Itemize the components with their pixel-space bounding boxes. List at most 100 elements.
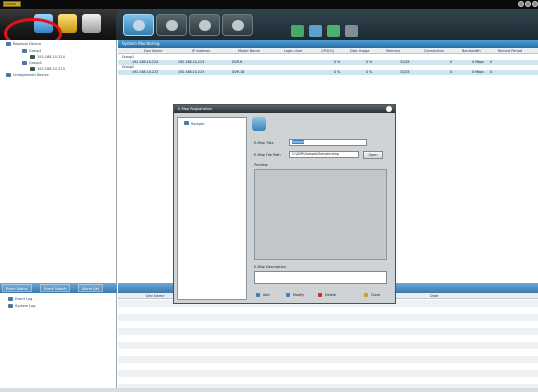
map-preview	[254, 169, 387, 260]
emap-logo-icon	[252, 117, 266, 131]
map-file-path-input[interactable]: C:\DVR\Sample\Sample.bmp	[289, 151, 359, 158]
table-cell: DVR-16	[232, 70, 245, 74]
table-header: Dev Name IP Address Model Name Login Use…	[118, 48, 538, 54]
column-header[interactable]: IP Address	[192, 48, 210, 54]
column-header[interactable]: Dev Name	[144, 48, 162, 54]
tab-search[interactable]	[189, 14, 220, 36]
layout-icon[interactable]	[291, 25, 304, 37]
button-label: Add	[263, 293, 270, 297]
list-item-label: Sample	[191, 122, 205, 126]
column-header[interactable]: Disk Usage	[350, 48, 370, 54]
modify-icon	[286, 293, 290, 297]
table-cell: 192.168.10.223	[132, 70, 159, 74]
map-description-input[interactable]	[254, 271, 387, 284]
maximize-button[interactable]	[525, 1, 531, 7]
monitor-icon	[133, 20, 145, 31]
device-tree-panel: Regional Device Group1 192.168.10.224 Gr…	[0, 40, 117, 283]
column-header[interactable]: Bandwidth	[462, 48, 481, 54]
tree-item-label: System Log	[15, 304, 36, 308]
column-header[interactable]: Memory	[386, 48, 400, 54]
table-cell: 192.168.10.223	[178, 70, 205, 74]
dialog-title-text: E-Map Registration	[178, 107, 212, 111]
column-header[interactable]: Record Period	[498, 48, 522, 54]
column-header[interactable]: Model Name	[238, 48, 260, 54]
map-icon	[184, 121, 189, 125]
button-label: Delete	[325, 293, 337, 297]
export-icon[interactable]	[82, 14, 101, 33]
table-cell: 32/28	[400, 70, 410, 74]
table-cell: 0	[490, 70, 493, 74]
record-icon[interactable]	[327, 25, 340, 37]
delete-button[interactable]: Delete	[318, 291, 336, 299]
emap-list: Sample	[177, 117, 247, 300]
add-icon	[256, 293, 260, 297]
dvr-icon	[30, 67, 35, 71]
tab-monitoring[interactable]	[123, 14, 154, 36]
group-icon	[22, 61, 27, 65]
tab-setup[interactable]	[222, 14, 253, 36]
tree-item-label: 192.168.10.223	[37, 67, 65, 71]
folder-icon	[6, 73, 11, 77]
view-tab-strip	[116, 9, 538, 40]
tree-item-system-log[interactable]: System Log	[8, 303, 35, 309]
map-title-label: E-Map Title	[254, 141, 274, 145]
dvr-icon	[30, 55, 35, 59]
tab-event-search[interactable]: Event Search	[40, 284, 71, 292]
tree-item-label: 192.168.10.224	[37, 55, 65, 59]
minimize-button[interactable]	[518, 1, 524, 7]
tree-item-label: Group1	[29, 49, 42, 53]
button-label: Modify	[293, 293, 305, 297]
close-button[interactable]	[532, 1, 538, 7]
tree-item-label: Group2	[29, 61, 42, 65]
column-header[interactable]: Dev Name	[146, 293, 164, 299]
dialog-title: E-Map Registration	[174, 105, 395, 113]
table-cell: 0	[450, 70, 453, 74]
close-door-icon	[364, 293, 368, 297]
tab-event-status[interactable]: Event Status	[2, 284, 32, 292]
modify-button[interactable]: Modify	[286, 291, 304, 299]
table-row[interactable]: 192.168.10.223 192.168.10.223 DVR-16 0 %…	[118, 70, 538, 75]
map-file-path-label: E-Map File Path	[254, 153, 281, 157]
description-label: E-Map Description	[254, 265, 286, 269]
table-cell: 0 Mbps	[472, 70, 484, 74]
log-icon	[8, 304, 13, 308]
column-header[interactable]: Date	[430, 293, 438, 299]
close-button[interactable]: Close	[364, 291, 380, 299]
close-icon[interactable]	[386, 106, 392, 112]
table-cell: 0 %	[366, 70, 373, 74]
map-file-path-value: C:\DVR\Sample\Sample.bmp	[292, 152, 339, 156]
button-label: Close	[371, 293, 381, 297]
event-tab-strip: Event Status Event Search Alarm List	[0, 283, 117, 293]
tree-item-event-log[interactable]: Event Log	[8, 296, 32, 302]
table-cell: 0 %	[334, 70, 341, 74]
emap-list-item[interactable]: Sample	[184, 121, 204, 126]
column-header[interactable]: CPU(%)	[321, 48, 334, 54]
emap-registration-dialog: E-Map Registration Sample E-Map Title Sa…	[173, 104, 396, 304]
tree-item-label: Regional Device	[13, 42, 42, 46]
group-icon	[22, 49, 27, 53]
log-icon	[8, 297, 13, 301]
log-tree-panel: Event Log System Log	[0, 293, 117, 388]
column-header[interactable]: Connection	[424, 48, 444, 54]
add-button[interactable]: Add	[256, 291, 270, 299]
column-header[interactable]: Login User	[284, 48, 303, 54]
gear-icon	[232, 20, 244, 31]
playback-icon	[166, 20, 178, 31]
tab-playback[interactable]	[156, 14, 187, 36]
tree-item-label: Event Log	[15, 297, 33, 301]
tree-item-unregistered[interactable]: Unregistered Device	[6, 72, 49, 78]
tree-item-regional[interactable]: Regional Device	[6, 41, 41, 47]
open-button[interactable]: Open	[363, 151, 383, 159]
app-logo-text: DVMRG	[5, 2, 17, 6]
folder-icon	[6, 42, 11, 46]
settings-icon[interactable]	[345, 25, 358, 37]
status-bar	[0, 388, 538, 392]
preview-label: Preview	[254, 163, 268, 167]
monitor-title: System Monitoring	[118, 40, 538, 48]
map-title-value: Sample	[292, 140, 305, 144]
delete-icon	[318, 293, 322, 297]
event-list: Dev Name Date	[118, 293, 538, 388]
map-title-input[interactable]: Sample	[289, 139, 367, 146]
document-icon[interactable]	[309, 25, 322, 37]
tab-alarm-list[interactable]: Alarm List	[78, 284, 103, 292]
